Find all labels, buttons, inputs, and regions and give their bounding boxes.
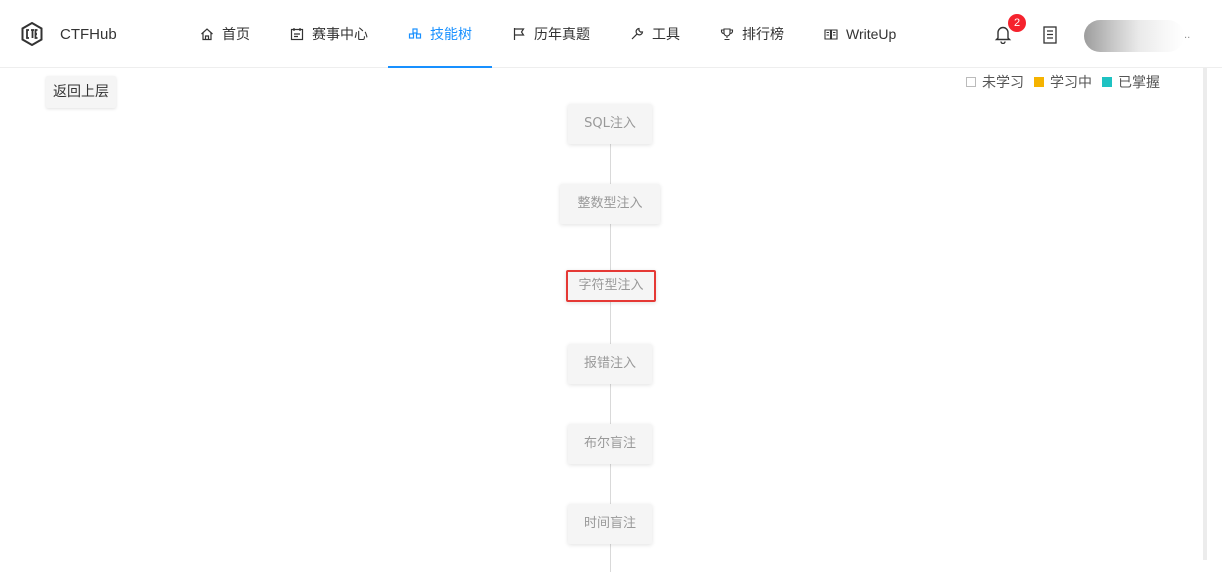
main-nav: 首页 赛事中心 技能树 历年真题 工具 排行榜 WriteUp <box>180 0 916 68</box>
nav-item-label: WriteUp <box>846 26 897 42</box>
tree-node-time-blind[interactable]: 时间盲注 <box>568 504 652 544</box>
back-button[interactable]: 返回上层 <box>46 76 116 108</box>
legend-swatch-teal <box>1102 77 1112 87</box>
tree-node-integer-injection[interactable]: 整数型注入 <box>560 184 660 224</box>
nav-item-home[interactable]: 首页 <box>180 0 270 68</box>
legend-item-not-learned: 未学习 <box>966 72 1024 92</box>
legend-item-mastered: 已掌握 <box>1102 72 1160 92</box>
nav-item-label: 赛事中心 <box>312 27 368 43</box>
book-open-icon <box>824 29 838 40</box>
flag-icon <box>513 28 525 40</box>
nav-item-writeup[interactable]: WriteUp <box>804 0 916 68</box>
legend-label: 学习中 <box>1050 75 1092 91</box>
avatar-more[interactable]: .. <box>1184 30 1190 41</box>
notes-icon[interactable] <box>1043 26 1057 44</box>
wrench-icon <box>631 27 644 40</box>
legend-label: 已掌握 <box>1118 75 1160 91</box>
legend-item-learning: 学习中 <box>1034 72 1092 92</box>
avatar[interactable] <box>1084 20 1184 52</box>
calendar-icon <box>290 28 304 41</box>
tree-node-string-injection[interactable]: 字符型注入 <box>566 270 656 302</box>
notification-badge: 2 <box>1008 14 1026 32</box>
legend-swatch-orange <box>1034 77 1044 87</box>
nav-item-label: 历年真题 <box>534 27 590 43</box>
nav-item-events[interactable]: 赛事中心 <box>270 0 388 68</box>
nav-item-label: 技能树 <box>430 27 472 43</box>
legend: 未学习 学习中 已掌握 <box>966 72 1170 92</box>
legend-swatch-empty <box>966 77 976 87</box>
nav-item-tools[interactable]: 工具 <box>610 0 700 68</box>
top-header: CTFHub 首页 赛事中心 技能树 历年真题 工具 排行榜 WriteUp 2… <box>0 0 1222 68</box>
nav-item-label: 排行榜 <box>742 27 784 43</box>
brand-name[interactable]: CTFHub <box>60 26 117 43</box>
tree-node-error-injection[interactable]: 报错注入 <box>568 344 652 384</box>
ctfhub-logo-icon[interactable] <box>20 22 44 46</box>
nav-item-label: 工具 <box>652 27 680 43</box>
tree-node-sql-injection[interactable]: SQL注入 <box>568 104 652 144</box>
nav-item-past-problems[interactable]: 历年真题 <box>492 0 610 68</box>
nav-item-leaderboard[interactable]: 排行榜 <box>700 0 804 68</box>
home-icon <box>201 28 213 41</box>
trophy-icon <box>720 28 734 41</box>
tree-icon <box>408 28 422 39</box>
nav-item-skill-tree[interactable]: 技能树 <box>388 0 492 68</box>
tree-node-boolean-blind[interactable]: 布尔盲注 <box>568 424 652 464</box>
legend-label: 未学习 <box>982 75 1024 91</box>
scrollbar[interactable] <box>1203 68 1207 560</box>
nav-item-label: 首页 <box>222 27 250 43</box>
tree-connector-line <box>610 104 611 572</box>
